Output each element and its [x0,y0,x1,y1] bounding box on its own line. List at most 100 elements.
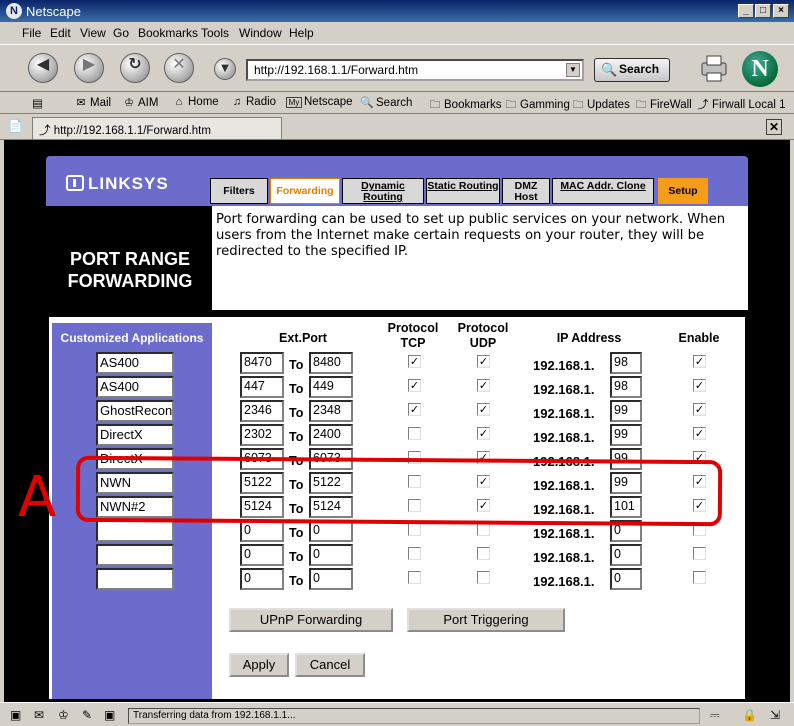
close-button[interactable]: × [773,4,789,18]
bookmark-radio[interactable]: ♫ Radio [230,96,276,108]
maximize-button[interactable]: □ [755,4,771,18]
ext-port-from-input[interactable]: 8470 [240,352,284,374]
ext-port-header: Ext.Port [279,331,327,345]
bookmark-mail[interactable]: ✉ Mail [74,96,111,109]
enable-checkbox[interactable]: ✓ [693,379,706,392]
address-book-icon[interactable]: ▣ [104,708,115,722]
enable-checkbox[interactable]: ✓ [693,403,706,416]
tab-setup[interactable]: Setup [658,178,708,204]
bookmark-folder-firewall[interactable]: 🗀 FireWall [634,96,692,115]
app-name-input[interactable]: DirectX [96,424,174,446]
ip-last-octet-input[interactable]: 99 [610,424,642,446]
folder-icon: 🗀 [429,99,441,111]
tab-forwarding[interactable]: Forwarding [270,178,340,204]
dropdown-chevron-icon[interactable]: ▼ [214,58,236,80]
enable-checkbox[interactable] [693,547,706,560]
toolbar-grip-icon[interactable]: ▤ [32,96,43,110]
menu-help[interactable]: Help [289,26,314,40]
mail-icon[interactable]: ✉ [34,708,44,722]
ext-port-to-input[interactable]: 449 [309,376,353,398]
tcp-checkbox[interactable]: ✓ [408,379,421,392]
udp-checkbox[interactable] [477,547,490,560]
udp-checkbox[interactable]: ✓ [477,427,490,440]
tcp-checkbox[interactable]: ✓ [408,403,421,416]
port-triggering-button[interactable]: Port Triggering [407,608,565,632]
app-name-input[interactable]: AS400 [96,352,174,374]
menu-go[interactable]: Go [113,26,129,40]
udp-checkbox[interactable] [477,523,490,536]
bookmark-folder-bookmarks[interactable]: 🗀 Bookmarks [428,96,502,115]
tab-mac-addr-clone[interactable]: MAC Addr. Clone [552,178,654,204]
ext-port-from-input[interactable]: 0 [240,568,284,590]
udp-checkbox[interactable]: ✓ [477,379,490,392]
ext-port-from-input[interactable]: 0 [240,520,284,542]
menu-file[interactable]: File [22,26,41,40]
tcp-checkbox[interactable] [408,571,421,584]
tcp-checkbox[interactable] [408,547,421,560]
ip-last-octet-input[interactable]: 99 [610,400,642,422]
search-button[interactable]: 🔍 Search [594,58,670,82]
stop-icon[interactable]: ✕ [164,53,194,83]
reload-icon[interactable]: ↻ [120,53,150,83]
ext-port-to-input[interactable]: 2400 [309,424,353,446]
cancel-button[interactable]: Cancel [295,653,365,677]
close-tab-icon[interactable]: ✕ [766,119,782,135]
udp-checkbox[interactable] [477,571,490,584]
menu-bookmarks[interactable]: Bookmarks [138,26,198,40]
new-tab-icon[interactable]: 📄 [8,119,23,133]
menu-view[interactable]: View [80,26,106,40]
app-name-input[interactable]: AS400 [96,376,174,398]
back-arrow-icon[interactable]: ◀ [28,53,58,83]
minimize-button[interactable]: _ [738,4,754,18]
composer-icon[interactable]: ✎ [82,708,92,722]
ext-port-to-input[interactable]: 0 [309,544,353,566]
udp-checkbox[interactable]: ✓ [477,355,490,368]
forward-arrow-icon[interactable]: ▶ [74,53,104,83]
ext-port-to-input[interactable]: 8480 [309,352,353,374]
upnp-forwarding-button[interactable]: UPnP Forwarding [229,608,393,632]
ext-port-to-input[interactable]: 2348 [309,400,353,422]
ext-port-from-input[interactable]: 2346 [240,400,284,422]
personal-toolbar: ▤ ✉ Mail ♔ AIM ⌂ Home ♫ Radio My Netscape 🔍 Se… [0,92,794,114]
bookmark-firwall-local[interactable]: ⤴ Firwall Local 1 [696,96,786,112]
tab-forward-page[interactable]: ⤴ http://192.168.1.1/Forward.htm [32,117,282,139]
apply-button[interactable]: Apply [229,653,289,677]
bookmark-folder-gamming[interactable]: 🗀 Gamming [504,96,570,115]
url-dropdown-icon[interactable]: ▼ [566,63,580,77]
tcp-checkbox[interactable] [408,523,421,536]
udp-checkbox[interactable]: ✓ [477,403,490,416]
ip-last-octet-input[interactable]: 0 [610,544,642,566]
enable-checkbox[interactable]: ✓ [693,355,706,368]
app-name-input[interactable] [96,520,174,542]
ext-port-from-input[interactable]: 447 [240,376,284,398]
tab-dmz-host[interactable]: DMZ Host [502,178,550,204]
app-name-input[interactable]: GhostRecon [96,400,174,422]
enable-checkbox[interactable] [693,571,706,584]
ext-port-from-input[interactable]: 0 [240,544,284,566]
ext-port-from-input[interactable]: 2302 [240,424,284,446]
ip-last-octet-input[interactable]: 98 [610,352,642,374]
bookmark-folder-updates[interactable]: 🗀 Updates [571,96,630,115]
print-icon[interactable] [698,53,730,83]
tab-filters[interactable]: Filters [210,178,268,204]
menu-tools[interactable]: Tools [201,26,229,40]
ip-last-octet-input[interactable]: 0 [610,568,642,590]
bookmark-home[interactable]: ⌂ Home [172,96,219,108]
bookmark-aim[interactable]: ♔ AIM [122,96,158,109]
tcp-checkbox[interactable]: ✓ [408,355,421,368]
aim-icon[interactable]: ♔ [58,708,69,722]
url-input[interactable]: http://192.168.1.1/Forward.htm ▼ [246,59,584,81]
bookmark-netscape[interactable]: My Netscape [286,96,353,108]
tab-static-routing[interactable]: Static Routing [426,178,500,204]
ip-last-octet-input[interactable]: 98 [610,376,642,398]
menu-edit[interactable]: Edit [50,26,71,40]
enable-checkbox[interactable]: ✓ [693,427,706,440]
tab-dynamic-routing[interactable]: Dynamic Routing [342,178,424,204]
app-name-input[interactable] [96,544,174,566]
ext-port-to-input[interactable]: 0 [309,568,353,590]
annotation-highlight-ring [75,455,723,527]
bookmark-search[interactable]: 🔍 Search [360,96,412,109]
app-name-input[interactable] [96,568,174,590]
tcp-checkbox[interactable] [408,427,421,440]
menu-window[interactable]: Window [239,26,282,40]
